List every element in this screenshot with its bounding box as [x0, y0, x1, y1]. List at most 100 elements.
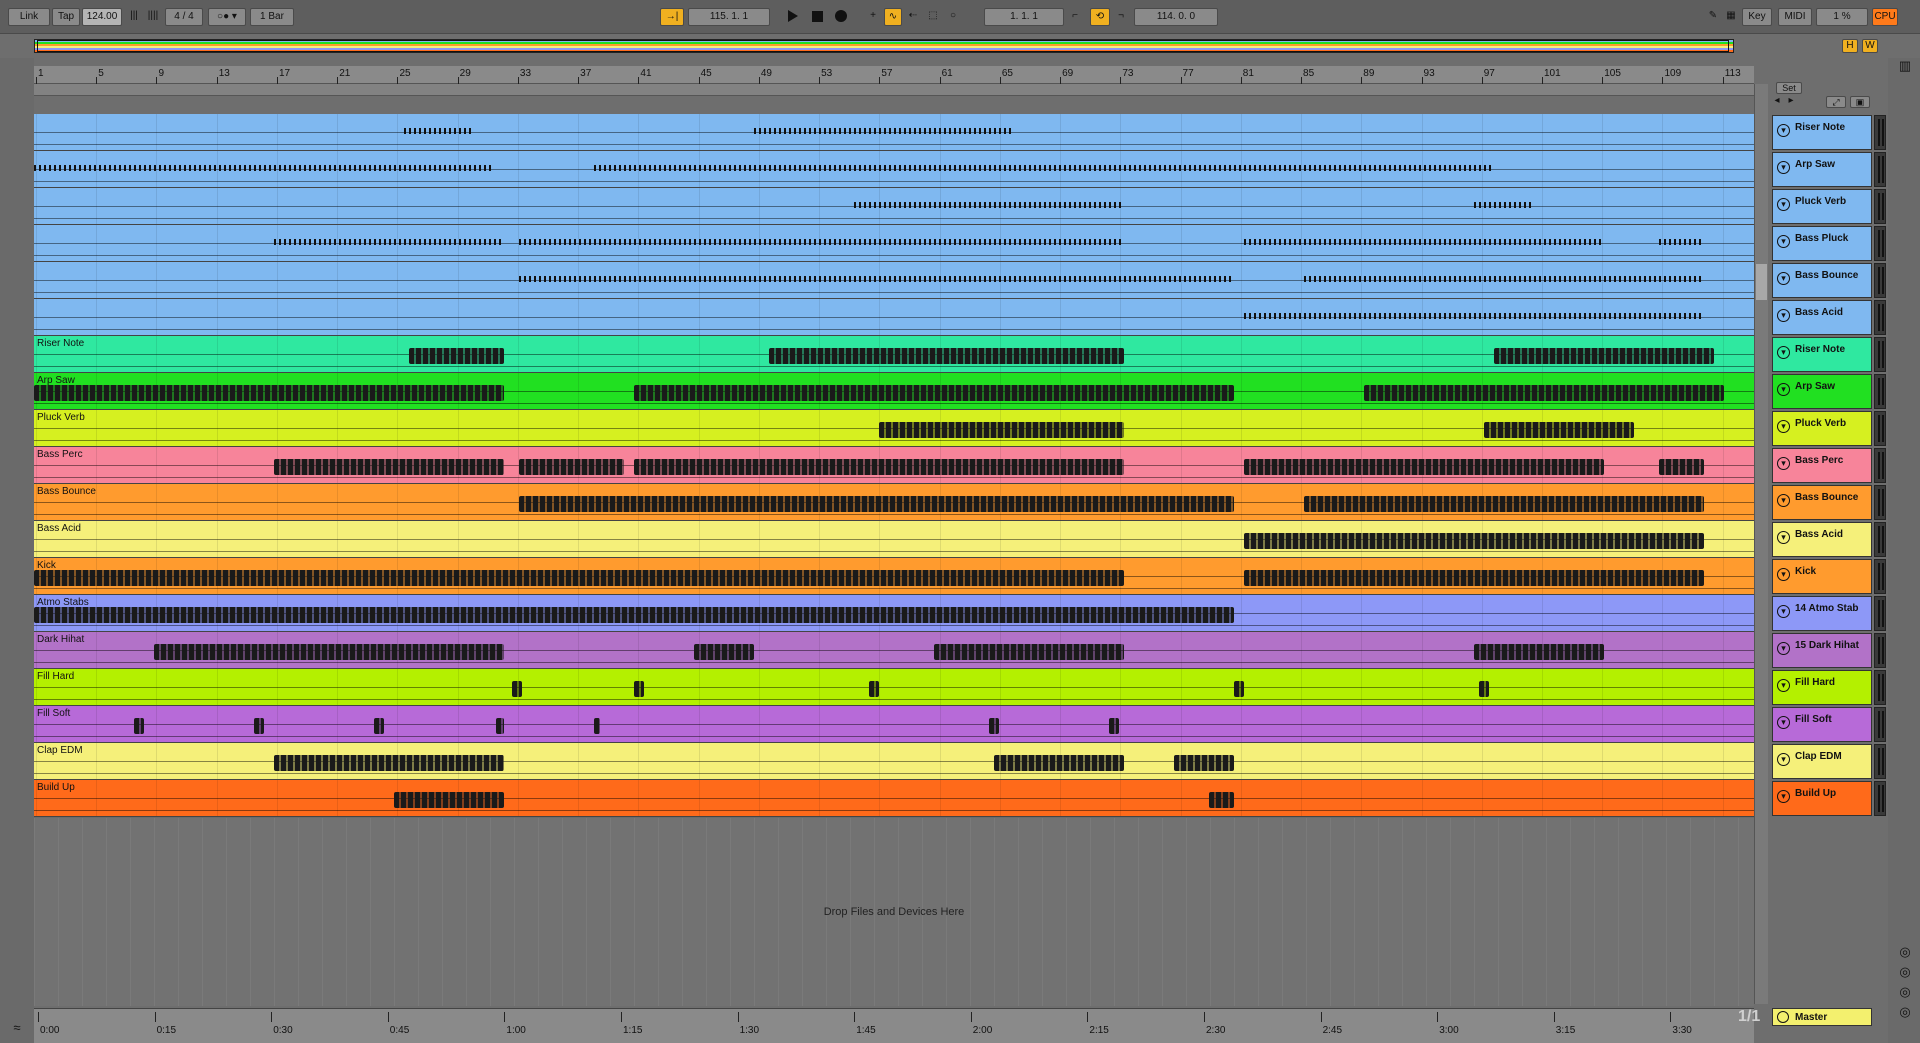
clip[interactable]	[854, 202, 1124, 208]
track-header[interactable]: ▾ Clap EDM	[1772, 744, 1872, 779]
time-signature-field[interactable]: 4 / 4	[165, 8, 203, 26]
track-lane[interactable]: Bass Acid	[34, 521, 1754, 558]
clip[interactable]	[519, 239, 1124, 245]
key-map-button[interactable]: Key	[1742, 8, 1772, 26]
tap-button[interactable]: Tap	[52, 8, 80, 26]
clip[interactable]	[154, 644, 504, 660]
clip[interactable]	[1659, 459, 1704, 475]
track-header[interactable]: ▾ Pluck Verb	[1772, 189, 1872, 224]
vertical-scrollbar[interactable]	[1754, 84, 1768, 1004]
fold-icon[interactable]: ▾	[1777, 753, 1790, 766]
clip[interactable]	[34, 385, 504, 401]
track-header[interactable]: ▾ Arp Saw	[1772, 152, 1872, 187]
fold-icon[interactable]: ▾	[1777, 198, 1790, 211]
sends-toggle-icon[interactable]: ◎	[1897, 964, 1913, 980]
track-lane[interactable]: Kick	[34, 558, 1754, 595]
stop-icon[interactable]	[808, 9, 826, 27]
fold-icon[interactable]: ▾	[1777, 161, 1790, 174]
clip[interactable]	[1484, 422, 1634, 438]
fold-icon[interactable]: ▾	[1777, 124, 1790, 137]
nudge-up-icon[interactable]: ||||	[144, 8, 162, 26]
capture-icon[interactable]: ⬚	[924, 8, 942, 26]
track-header[interactable]: ▾ Bass Perc	[1772, 448, 1872, 483]
metronome-icon[interactable]: ○● ▾	[208, 8, 246, 26]
arrangement-overview[interactable]	[34, 39, 1734, 53]
track-header[interactable]: ▾ Bass Acid	[1772, 522, 1872, 557]
link-button[interactable]: Link	[8, 8, 50, 26]
clip[interactable]	[1304, 496, 1704, 512]
overview-view-box[interactable]	[37, 40, 1729, 52]
io-toggle-icon[interactable]: ◎	[1897, 944, 1913, 960]
back-to-arrangement-icon[interactable]: ⇠	[904, 8, 922, 26]
loop-length-field[interactable]: 114. 0. 0	[1134, 8, 1218, 26]
clip[interactable]	[1474, 644, 1604, 660]
track-header[interactable]: ▾ Riser Note	[1772, 337, 1872, 372]
fold-icon[interactable]: ▾	[1777, 679, 1790, 692]
fold-icon[interactable]	[1777, 1011, 1789, 1023]
clip[interactable]	[274, 459, 504, 475]
clip[interactable]	[1304, 276, 1704, 282]
scrollbar-thumb[interactable]	[1756, 264, 1767, 300]
clip[interactable]	[1234, 681, 1244, 697]
fold-icon[interactable]: ▾	[1777, 272, 1790, 285]
clip[interactable]	[274, 239, 504, 245]
follow-icon[interactable]: →|	[660, 8, 684, 26]
fold-icon[interactable]: ▾	[1777, 383, 1790, 396]
draw-mode-icon[interactable]: ✎	[1704, 8, 1722, 26]
fold-icon[interactable]: ▾	[1777, 420, 1790, 433]
clip[interactable]	[394, 792, 504, 808]
clip[interactable]	[374, 718, 384, 734]
clip[interactable]	[634, 681, 644, 697]
next-locator-icon[interactable]: ▸	[1784, 96, 1798, 108]
set-button[interactable]: Set	[1776, 82, 1802, 94]
arrangement-position-field[interactable]: 115. 1. 1	[688, 8, 770, 26]
track-header[interactable]: ▾ Bass Bounce	[1772, 485, 1872, 520]
track-lane[interactable]: Pluck Verb	[34, 410, 1754, 447]
clip[interactable]	[254, 718, 264, 734]
fold-icon[interactable]: ▾	[1777, 642, 1790, 655]
track-lane[interactable]: Dark Hihat	[34, 632, 1754, 669]
clip[interactable]	[134, 718, 144, 734]
track-lane[interactable]: Build Up	[34, 780, 1754, 817]
track-header[interactable]: ▾ Bass Bounce	[1772, 263, 1872, 298]
track-header[interactable]: ▾ 14 Atmo Stab	[1772, 596, 1872, 631]
clip[interactable]	[869, 681, 879, 697]
clip[interactable]	[34, 607, 1234, 623]
loop-start-field[interactable]: 1. 1. 1	[984, 8, 1064, 26]
clip[interactable]	[1244, 239, 1604, 245]
clip[interactable]	[34, 570, 1124, 586]
fold-icon[interactable]: ▾	[1777, 457, 1790, 470]
tempo-field[interactable]: 124.00	[82, 8, 122, 26]
clip[interactable]	[994, 755, 1124, 771]
clip[interactable]	[512, 681, 522, 697]
track-lane[interactable]	[34, 262, 1754, 299]
lock-icon[interactable]: ▣	[1850, 96, 1870, 108]
clip[interactable]	[1474, 202, 1534, 208]
clip[interactable]	[1209, 792, 1234, 808]
fold-icon[interactable]: ▾	[1777, 346, 1790, 359]
track-header[interactable]: ▾ 15 Dark Hihat	[1772, 633, 1872, 668]
punch-in-icon[interactable]: ⌐	[1066, 8, 1084, 26]
height-button[interactable]: H	[1842, 39, 1858, 53]
clip[interactable]	[1364, 385, 1724, 401]
clip[interactable]	[594, 165, 1494, 171]
clip[interactable]	[1244, 533, 1704, 549]
keyboard-icon[interactable]: ▦	[1722, 8, 1740, 26]
track-header[interactable]: ▾ Fill Soft	[1772, 707, 1872, 742]
help-view-icon[interactable]: ≈	[9, 1020, 25, 1036]
track-lane[interactable]: Riser Note	[34, 336, 1754, 373]
clip[interactable]	[519, 496, 1234, 512]
track-lane[interactable]: Clap EDM	[34, 743, 1754, 780]
track-header[interactable]: ▾ Build Up	[1772, 781, 1872, 816]
clip[interactable]	[34, 165, 494, 171]
clip[interactable]	[274, 755, 504, 771]
prev-locator-icon[interactable]: ◂	[1770, 96, 1784, 108]
clip[interactable]	[404, 128, 474, 134]
clip[interactable]	[1244, 570, 1704, 586]
time-ruler[interactable]: 0:00 0:15 0:30 0:45 1:00 1:15 1:30 1:45 2:00 2:15…	[34, 1008, 1754, 1043]
clip[interactable]	[989, 718, 999, 734]
clip[interactable]	[519, 459, 624, 475]
clip[interactable]	[634, 385, 1234, 401]
clip[interactable]	[634, 459, 1124, 475]
midi-map-button[interactable]: MIDI	[1778, 8, 1812, 26]
